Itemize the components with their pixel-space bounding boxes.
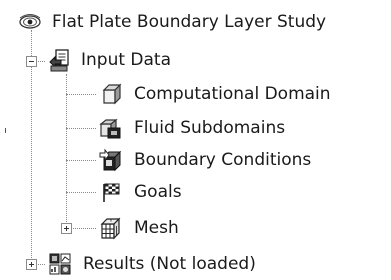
results-expand-toggle[interactable]: [26, 259, 37, 270]
tree-item-computational-domain[interactable]: Computational Domain: [98, 78, 331, 110]
goals-flag-icon: [98, 179, 124, 205]
tree-item-goals[interactable]: Goals: [98, 176, 182, 208]
tree-connector: [66, 94, 96, 95]
input-data-collapse-toggle[interactable]: [26, 56, 37, 67]
tree-connector: [66, 128, 96, 129]
tree-connector: [66, 74, 67, 228]
tree-item-study[interactable]: Flat Plate Boundary Layer Study: [18, 6, 326, 38]
tree-item-results[interactable]: Results (Not loaded): [47, 248, 256, 280]
tree-item-label: Results (Not loaded): [83, 254, 256, 274]
mesh-icon: [98, 215, 124, 241]
tree-item-label: Fluid Subdomains: [134, 118, 286, 138]
input-data-icon: [47, 47, 73, 73]
mesh-expand-toggle[interactable]: [61, 223, 72, 234]
tree-connector: [66, 160, 96, 161]
tree-item-boundary-conditions[interactable]: Boundary Conditions: [98, 144, 311, 176]
tree-item-label: Input Data: [81, 50, 172, 70]
tree-item-label: Computational Domain: [134, 84, 331, 104]
results-icon: [47, 251, 73, 277]
tree-item-input-data[interactable]: Input Data: [47, 44, 171, 76]
computational-domain-icon: [98, 81, 124, 107]
boundary-conditions-icon: [98, 147, 124, 173]
tree-marker: [5, 128, 6, 133]
fluid-subdomains-icon: [98, 115, 124, 141]
tree-item-label: Mesh: [134, 218, 179, 238]
tree-item-label: Flat Plate Boundary Layer Study: [52, 12, 327, 32]
tree-item-label: Boundary Conditions: [134, 150, 312, 170]
tree-item-label: Goals: [134, 182, 182, 202]
tree-item-fluid-subdomains[interactable]: Fluid Subdomains: [98, 112, 285, 144]
tree-item-mesh[interactable]: Mesh: [98, 212, 179, 244]
study-eye-icon: [18, 9, 41, 35]
tree-connector: [66, 192, 96, 193]
project-tree: Flat Plate Boundary Layer Study Input Da…: [0, 0, 391, 277]
